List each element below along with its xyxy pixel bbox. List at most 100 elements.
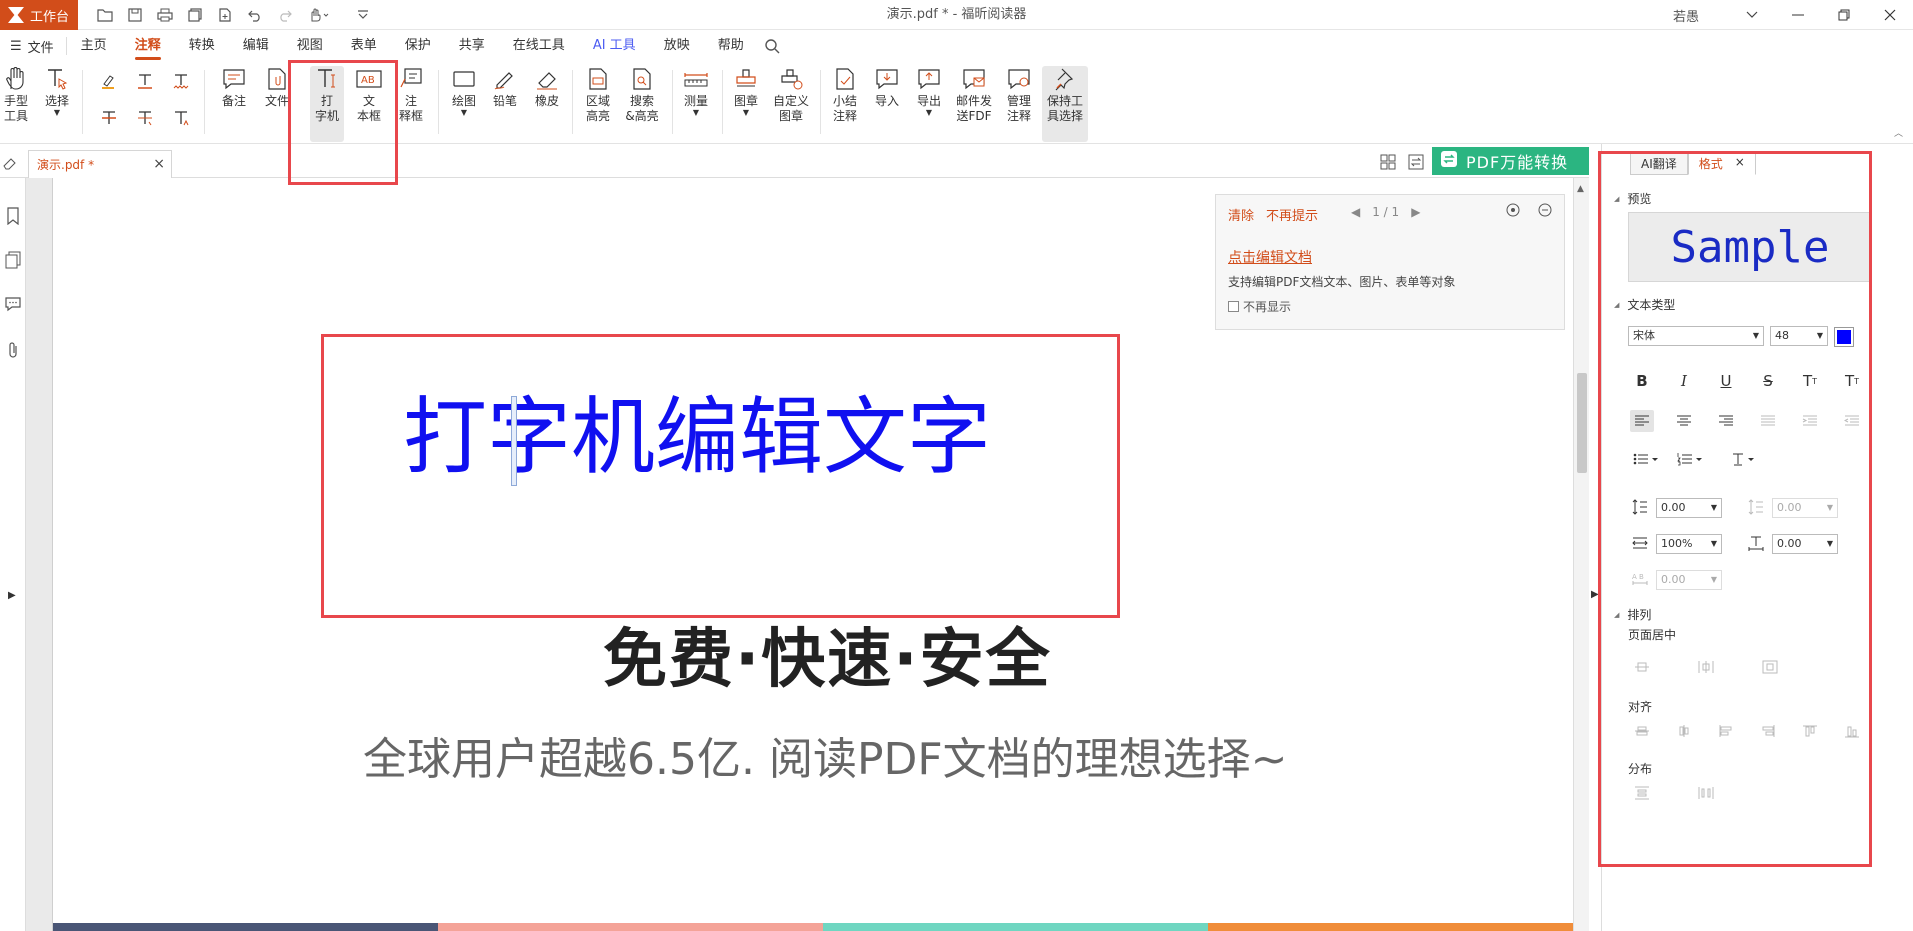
edit-document-link[interactable]: 点击编辑文档 bbox=[1228, 247, 1312, 267]
expand-panel-arrow-icon[interactable]: ▶ bbox=[8, 590, 16, 601]
eraser-button[interactable]: 橡皮 bbox=[532, 66, 562, 109]
font-color-picker[interactable] bbox=[1834, 327, 1854, 347]
hand-pointer-dropdown-icon[interactable] bbox=[300, 0, 338, 30]
textbox-button[interactable]: AB 文 本框 bbox=[352, 66, 386, 124]
tab-slideshow[interactable]: 放映 bbox=[650, 30, 704, 62]
align-objects-left-icon[interactable] bbox=[1714, 720, 1738, 742]
text-direction-icon[interactable] bbox=[1728, 448, 1760, 470]
tab-share[interactable]: 共享 bbox=[445, 30, 499, 62]
prev-arrow-icon[interactable]: ◀ bbox=[1351, 205, 1360, 219]
distribute-horizontal-icon[interactable] bbox=[1694, 782, 1718, 804]
horizontal-scale-select[interactable]: 100% ▼ bbox=[1656, 534, 1722, 554]
strikeout-text-icon[interactable] bbox=[98, 107, 120, 129]
eraser-small-icon[interactable] bbox=[2, 156, 18, 173]
insert-text-icon[interactable] bbox=[170, 107, 192, 129]
align-objects-bottom-icon[interactable] bbox=[1840, 720, 1864, 742]
open-folder-icon[interactable] bbox=[90, 0, 120, 30]
justify-icon[interactable] bbox=[1756, 410, 1780, 432]
search-highlight-button[interactable]: 搜索 &高亮 bbox=[622, 66, 662, 124]
close-window-icon[interactable] bbox=[1867, 0, 1913, 30]
customize-toolbar-icon[interactable] bbox=[348, 0, 378, 30]
close-panel-tab-icon[interactable]: × bbox=[1735, 155, 1745, 172]
underline-text-icon[interactable] bbox=[134, 70, 156, 92]
center-horizontal-icon[interactable] bbox=[1694, 656, 1718, 678]
typewriter-text[interactable]: 打字机编辑文字 bbox=[403, 370, 991, 491]
undo-icon[interactable] bbox=[240, 0, 270, 30]
bullet-list-icon[interactable] bbox=[1630, 448, 1662, 470]
search-icon[interactable] bbox=[758, 30, 786, 62]
file-menu[interactable]: ☰ 文件 bbox=[0, 37, 67, 56]
ribbon-collapse-arrow-icon[interactable]: ︿ bbox=[1894, 126, 1903, 139]
character-spacing-select[interactable]: 0.00 ▼ bbox=[1772, 534, 1838, 554]
settings-circle-icon[interactable] bbox=[1506, 203, 1520, 220]
pdf-convert-button[interactable]: PDF万能转换 bbox=[1432, 147, 1590, 175]
align-objects-top-icon[interactable] bbox=[1798, 720, 1822, 742]
user-name[interactable]: 若愚 bbox=[1673, 6, 1699, 25]
tab-protect[interactable]: 保护 bbox=[391, 30, 445, 62]
comments-panel-icon[interactable] bbox=[3, 294, 23, 314]
tab-edit[interactable]: 编辑 bbox=[229, 30, 283, 62]
preview-section-header[interactable]: ◢ 预览 bbox=[1614, 190, 1651, 207]
manage-comments-button[interactable]: 管理 注释 bbox=[1002, 66, 1036, 124]
typewriter-button[interactable]: 打 字机 bbox=[310, 66, 344, 142]
align-right-icon[interactable] bbox=[1714, 410, 1738, 432]
checkbox-box[interactable] bbox=[1228, 301, 1239, 312]
area-highlight-button[interactable]: 区域 高亮 bbox=[582, 66, 614, 124]
line-spacing-select[interactable]: 0.00 ▼ bbox=[1656, 498, 1722, 518]
close-tab-icon[interactable]: × bbox=[153, 156, 165, 172]
paragraph-spacing-select[interactable]: 0.00 ▼ bbox=[1772, 498, 1838, 518]
tab-home[interactable]: 主页 bbox=[67, 30, 121, 62]
collapse-right-panel-arrow-icon[interactable]: ▶ bbox=[1591, 589, 1599, 600]
highlight-icon[interactable] bbox=[98, 70, 120, 92]
vertical-scrollbar[interactable]: ▲ bbox=[1573, 178, 1589, 931]
align-h-center-icon[interactable] bbox=[1630, 720, 1654, 742]
copy-icon[interactable] bbox=[180, 0, 210, 30]
indent-increase-icon[interactable] bbox=[1798, 410, 1822, 432]
minimize-icon[interactable] bbox=[1775, 0, 1821, 30]
clear-link[interactable]: 清除 bbox=[1228, 205, 1254, 224]
hand-tool-button[interactable]: 手型 工具 bbox=[2, 66, 30, 124]
ribbon-collapse-icon[interactable] bbox=[1729, 0, 1775, 30]
grid-view-icon[interactable] bbox=[1380, 154, 1396, 173]
panel-splitter[interactable]: ▶ bbox=[1589, 144, 1601, 931]
workbench-button[interactable]: 工作台 bbox=[0, 0, 78, 30]
horizontal-scale-icon[interactable] bbox=[1628, 532, 1652, 554]
underline-icon[interactable]: U bbox=[1714, 370, 1738, 392]
summary-comments-button[interactable]: 小结 注释 bbox=[830, 66, 860, 124]
file-attachment-button[interactable]: 文件 bbox=[262, 66, 292, 109]
pages-icon[interactable] bbox=[3, 250, 23, 270]
bookmark-icon[interactable] bbox=[3, 206, 23, 226]
character-spacing-icon[interactable] bbox=[1744, 532, 1768, 554]
subscript-icon[interactable]: TT bbox=[1840, 370, 1864, 392]
superscript-icon[interactable]: TT bbox=[1798, 370, 1822, 392]
bold-icon[interactable]: B bbox=[1630, 370, 1654, 392]
tab-format[interactable]: 格式 × bbox=[1687, 152, 1756, 175]
new-file-icon[interactable] bbox=[210, 0, 240, 30]
tab-online-tools[interactable]: 在线工具 bbox=[499, 30, 579, 62]
measure-dropdown-icon[interactable]: ▼ bbox=[693, 109, 699, 117]
select-dropdown-icon[interactable]: ▼ bbox=[54, 109, 60, 117]
font-size-select[interactable]: 48 ▼ bbox=[1770, 326, 1828, 346]
email-fdf-button[interactable]: 邮件发 送FDF bbox=[952, 66, 996, 124]
word-spacing-icon[interactable]: A B bbox=[1628, 568, 1652, 590]
import-button[interactable]: 导入 bbox=[872, 66, 902, 109]
arrange-section-header[interactable]: ◢ 排列 bbox=[1614, 606, 1651, 623]
tab-comment[interactable]: 注释 bbox=[121, 30, 175, 62]
align-left-icon[interactable] bbox=[1630, 410, 1654, 432]
export-button[interactable]: 导出 ▼ bbox=[914, 66, 944, 117]
custom-stamp-button[interactable]: 自定义 图章 bbox=[770, 66, 812, 124]
export-dropdown-icon[interactable]: ▼ bbox=[926, 109, 932, 117]
replace-text-icon[interactable] bbox=[134, 107, 156, 129]
save-icon[interactable] bbox=[120, 0, 150, 30]
keep-tool-selected-button[interactable]: 保持工 具选择 bbox=[1042, 66, 1088, 142]
strikethrough-icon[interactable]: S bbox=[1756, 370, 1780, 392]
redo-icon[interactable] bbox=[270, 0, 300, 30]
next-arrow-icon[interactable]: ▶ bbox=[1411, 205, 1420, 219]
tab-help[interactable]: 帮助 bbox=[704, 30, 758, 62]
scrollbar-thumb[interactable] bbox=[1577, 373, 1587, 473]
text-type-section-header[interactable]: ◢ 文本类型 bbox=[1614, 296, 1675, 313]
italic-icon[interactable]: I bbox=[1672, 370, 1696, 392]
line-spacing-icon[interactable] bbox=[1628, 496, 1652, 518]
drawing-dropdown-icon[interactable]: ▼ bbox=[461, 109, 467, 117]
align-center-icon[interactable] bbox=[1672, 410, 1696, 432]
